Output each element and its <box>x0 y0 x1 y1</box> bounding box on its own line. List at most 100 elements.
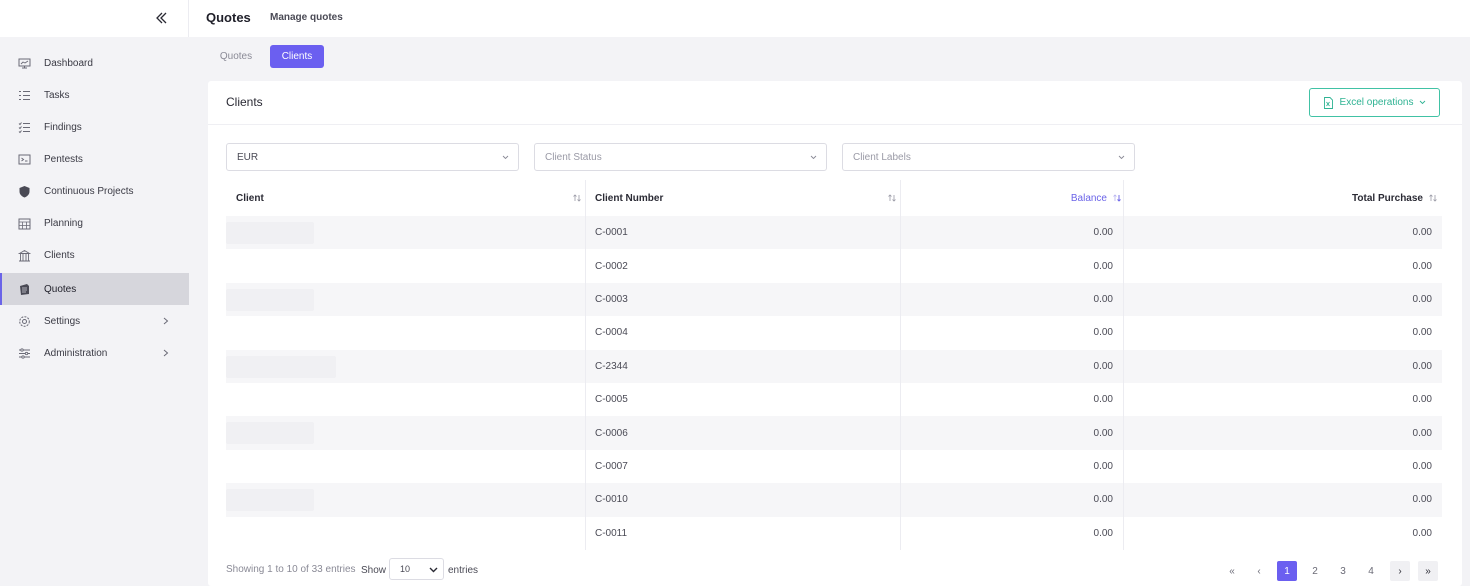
client-status-placeholder: Client Status <box>545 151 602 163</box>
sidebar-item-findings[interactable]: Findings <box>0 111 189 143</box>
sort-icon <box>887 193 897 203</box>
sidebar-item-label: Pentests <box>44 153 83 165</box>
balance-cell: 0.00 <box>1093 327 1113 339</box>
sidebar-item-planning[interactable]: Planning <box>0 207 189 239</box>
chevron-down-icon <box>809 153 818 162</box>
balance-cell: 0.00 <box>1093 460 1113 472</box>
excel-operations-button[interactable]: Excel operations <box>1309 88 1440 117</box>
double-chevron-left-icon <box>156 12 167 24</box>
table-row[interactable]: C-0003 0.00 0.00 <box>226 282 1442 317</box>
client-number-cell: C-0001 <box>595 227 628 239</box>
client-labels-select[interactable]: Client Labels <box>842 143 1135 171</box>
sidebar-item-label: Administration <box>44 347 108 359</box>
sidebar-item-label: Findings <box>44 121 82 133</box>
page-button-4[interactable]: 4 <box>1361 561 1381 581</box>
chevron-right-icon <box>161 315 171 327</box>
client-number-cell: C-0003 <box>595 293 628 305</box>
table-row[interactable]: C-2344 0.00 0.00 <box>226 349 1442 383</box>
shield-icon <box>17 184 31 198</box>
client-number-cell: C-0006 <box>595 427 628 439</box>
page-button-3[interactable]: 3 <box>1333 561 1353 581</box>
sidebar-item-label: Continuous Projects <box>44 185 134 197</box>
client-name-placeholder <box>226 288 314 311</box>
client-name-cell[interactable] <box>226 383 585 416</box>
client-name-placeholder <box>226 422 314 445</box>
client-name-placeholder <box>226 222 314 244</box>
next-page-button[interactable]: › <box>1390 561 1410 581</box>
page-button-1[interactable]: 1 <box>1277 561 1297 581</box>
table-row[interactable]: C-0001 0.00 0.00 <box>226 216 1442 250</box>
client-number-cell: C-0007 <box>595 460 628 472</box>
clients-icon <box>17 248 31 262</box>
previous-page-button[interactable]: ‹ <box>1249 561 1269 581</box>
sidebar-item-administration[interactable]: Administration <box>0 337 189 369</box>
column-header-client[interactable]: Client <box>236 180 582 216</box>
client-name-cell[interactable] <box>226 517 585 550</box>
dashboard-icon <box>17 56 31 70</box>
client-name-cell[interactable] <box>226 316 585 349</box>
column-header-client-number[interactable]: Client Number <box>595 180 897 216</box>
sidebar-item-label: Tasks <box>44 89 70 101</box>
currency-select[interactable]: EUR <box>226 143 519 171</box>
client-number-cell: C-0010 <box>595 494 628 506</box>
client-name-cell[interactable] <box>226 483 585 516</box>
table-row[interactable]: C-0005 0.00 0.00 <box>226 383 1442 416</box>
pagination-info: Showing 1 to 10 of 33 entries <box>226 564 356 575</box>
table-row[interactable]: C-0007 0.00 0.00 <box>226 450 1442 483</box>
page-size-value: 10 <box>400 564 411 574</box>
table-row[interactable]: C-0006 0.00 0.00 <box>226 416 1442 450</box>
balance-cell: 0.00 <box>1093 227 1113 239</box>
table-row[interactable]: C-0004 0.00 0.00 <box>226 316 1442 349</box>
balance-cell: 0.00 <box>1093 360 1113 372</box>
sidebar-item-settings[interactable]: Settings <box>0 305 189 337</box>
client-name-cell[interactable] <box>226 283 585 316</box>
sort-icon <box>1428 193 1438 203</box>
client-status-select[interactable]: Client Status <box>534 143 827 171</box>
client-number-cell: C-0005 <box>595 394 628 406</box>
page-button-2[interactable]: 2 <box>1305 561 1325 581</box>
clients-card: Clients Excel operations EUR Client Stat… <box>208 81 1462 586</box>
chevron-down-icon <box>1420 100 1426 105</box>
first-page-button[interactable]: « <box>1222 561 1242 581</box>
sidebar-item-dashboard[interactable]: Dashboard <box>0 47 189 79</box>
sidebar-item-label: Planning <box>44 217 83 229</box>
client-number-cell: C-0002 <box>595 260 628 272</box>
table-row[interactable]: C-0002 0.00 0.00 <box>226 249 1442 282</box>
sliders-icon <box>17 346 31 360</box>
column-header-label: Client <box>236 192 264 204</box>
page-size-select[interactable]: 10 <box>389 558 444 580</box>
sidebar-item-quotes[interactable]: Quotes <box>0 273 189 305</box>
balance-cell: 0.00 <box>1093 494 1113 506</box>
client-number-cell: C-0004 <box>595 327 628 339</box>
balance-cell: 0.00 <box>1093 293 1113 305</box>
sort-descending-icon <box>1112 193 1122 203</box>
client-name-cell[interactable] <box>226 216 585 249</box>
client-name-cell[interactable] <box>226 450 585 483</box>
column-header-total-purchase[interactable]: Total Purchase <box>1132 180 1438 216</box>
client-name-cell[interactable] <box>226 249 585 282</box>
chevron-down-icon <box>427 564 439 576</box>
tab-clients[interactable]: Clients <box>270 45 324 68</box>
last-page-button[interactable]: » <box>1418 561 1438 581</box>
sidebar-item-continuous-projects[interactable]: Continuous Projects <box>0 175 189 207</box>
sidebar-item-tasks[interactable]: Tasks <box>0 79 189 111</box>
total-purchase-cell: 0.00 <box>1412 293 1432 305</box>
show-label: Show <box>361 565 387 576</box>
tab-quotes[interactable]: Quotes <box>210 45 262 68</box>
column-header-balance[interactable]: Balance <box>909 180 1122 216</box>
entries-label: entries <box>448 565 479 576</box>
total-purchase-cell: 0.00 <box>1412 527 1432 539</box>
client-name-cell[interactable] <box>226 416 585 449</box>
tasks-icon <box>17 88 31 102</box>
excel-file-icon <box>1323 96 1333 109</box>
table-row[interactable]: C-0011 0.00 0.00 <box>226 517 1442 550</box>
collapse-sidebar-button[interactable] <box>153 9 171 27</box>
card-divider <box>208 124 1462 125</box>
sidebar-item-clients[interactable]: Clients <box>0 239 189 271</box>
sidebar-item-label: Dashboard <box>44 57 93 69</box>
table-row[interactable]: C-0010 0.00 0.00 <box>226 483 1442 517</box>
sidebar-item-pentests[interactable]: Pentests <box>0 143 189 175</box>
total-purchase-cell: 0.00 <box>1412 327 1432 339</box>
quotes-icon <box>17 282 31 296</box>
client-name-cell[interactable] <box>226 350 585 383</box>
